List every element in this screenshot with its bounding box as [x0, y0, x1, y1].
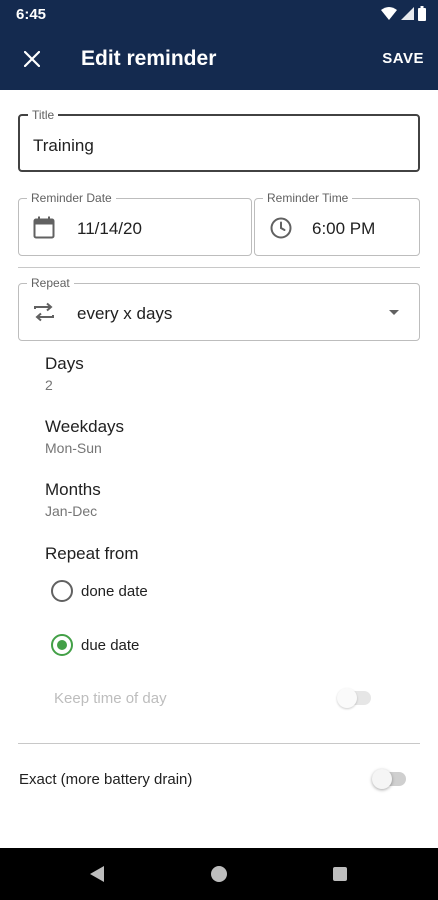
weekdays-label: Weekdays [45, 417, 125, 436]
weekdays-setting[interactable]: Weekdays Mon-Sun [45, 417, 124, 456]
repeat-from-label: Repeat from [45, 544, 139, 563]
repeat-label: Repeat [27, 276, 74, 290]
repeat-value: every x days [77, 304, 173, 323]
radio-button[interactable] [51, 580, 73, 602]
keep-time-toggle[interactable] [337, 688, 373, 708]
battery-icon [418, 6, 426, 21]
system-nav-bar [0, 848, 438, 900]
reminder-time-value: 6:00 PM [312, 219, 376, 238]
weekdays-value: Mon-Sun [45, 440, 102, 456]
reminder-time-field[interactable]: Reminder Time 6:00 PM [254, 191, 420, 256]
exact-toggle[interactable] [372, 769, 408, 789]
page-title: Edit reminder [81, 47, 217, 70]
dropdown-arrow-icon [389, 310, 399, 315]
radio-done-date[interactable]: done date [51, 580, 148, 602]
days-value: 2 [45, 377, 53, 393]
toggle-thumb [372, 769, 392, 789]
close-icon [24, 51, 40, 67]
wifi-icon [381, 6, 397, 20]
divider [18, 743, 420, 744]
months-value: Jan-Dec [45, 503, 98, 519]
radio-due-date[interactable]: due date [51, 634, 139, 656]
repeat-dropdown[interactable]: Repeat every x days [18, 276, 420, 341]
days-setting[interactable]: Days 2 [45, 354, 84, 393]
back-icon[interactable] [90, 866, 104, 882]
days-label: Days [45, 354, 84, 373]
recent-apps-icon[interactable] [333, 867, 347, 881]
signal-icon [401, 6, 414, 20]
radio-done-date-label: done date [81, 582, 148, 600]
repeat-icon [34, 302, 54, 322]
title-field[interactable]: Title Training [18, 108, 420, 172]
months-label: Months [45, 480, 101, 499]
reminder-date-label: Reminder Date [27, 191, 116, 205]
toggle-thumb [337, 688, 357, 708]
months-setting[interactable]: Months Jan-Dec [45, 480, 101, 519]
clock-icon [270, 217, 292, 239]
home-icon[interactable] [211, 866, 227, 882]
divider [18, 267, 420, 268]
close-button[interactable] [16, 43, 48, 75]
reminder-date-value: 11/14/20 [77, 219, 142, 238]
keep-time-label: Keep time of day [54, 690, 167, 707]
radio-button-checked[interactable] [51, 634, 73, 656]
save-button[interactable]: SAVE [382, 50, 424, 67]
app-bar: Edit reminder SAVE [0, 28, 438, 90]
title-input[interactable]: Training [33, 136, 94, 156]
reminder-date-field[interactable]: Reminder Date 11/14/20 [18, 191, 252, 256]
calendar-icon [33, 216, 55, 239]
title-field-label: Title [28, 108, 59, 122]
status-time: 6:45 [16, 6, 47, 23]
reminder-time-label: Reminder Time [263, 191, 353, 205]
radio-due-date-label: due date [81, 636, 140, 654]
status-icons [381, 6, 426, 21]
status-bar: 6:45 [0, 0, 438, 28]
exact-label: Exact (more battery drain) [19, 771, 193, 788]
